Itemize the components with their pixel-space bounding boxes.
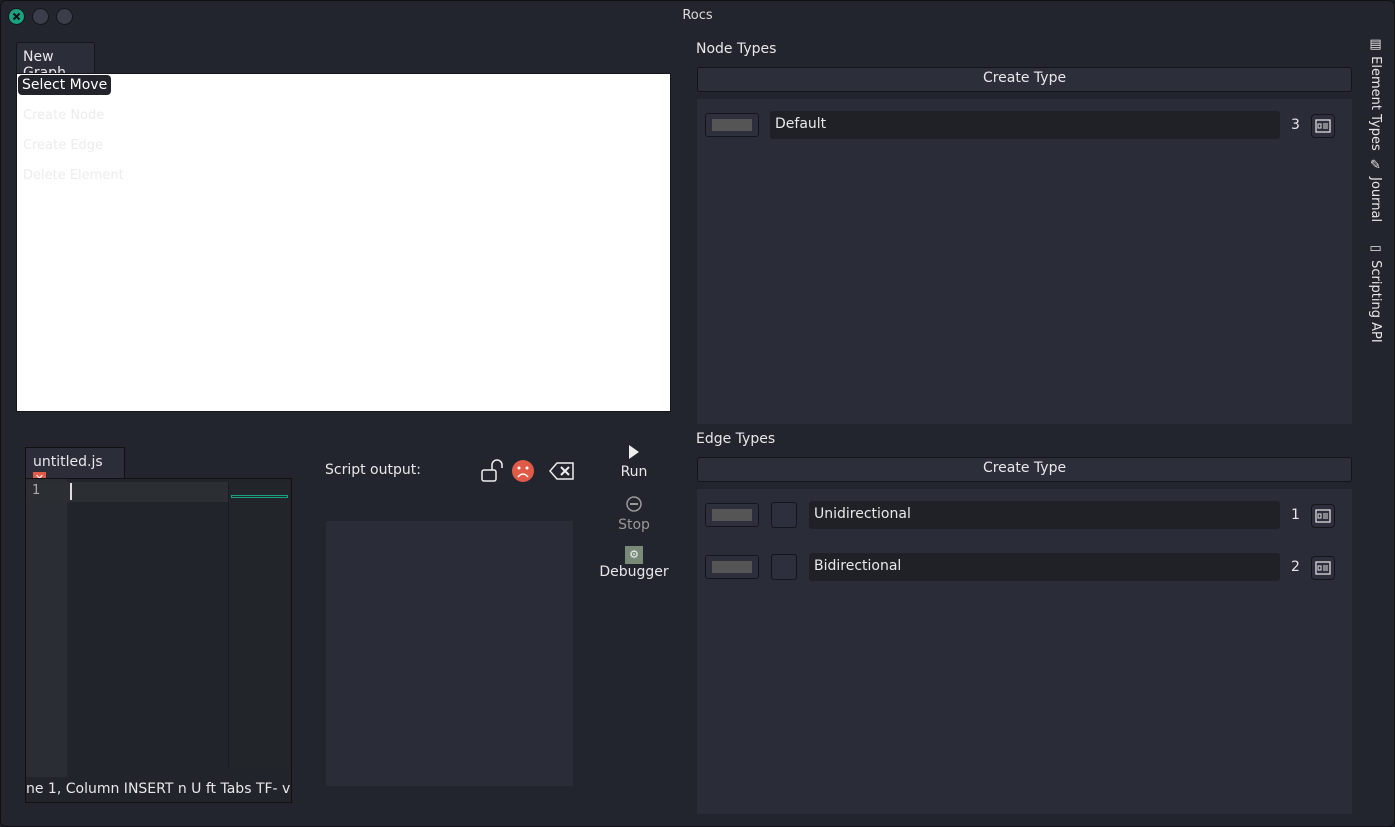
side-tab-label: Journal: [1368, 177, 1383, 223]
edge-type-properties-button[interactable]: [1311, 504, 1335, 528]
side-tab-label: Scripting API: [1368, 260, 1383, 343]
mode-select-move[interactable]: Select Move: [18, 75, 112, 95]
edge-type-count: 2: [1291, 559, 1300, 575]
debugger-label: Debugger: [599, 564, 669, 580]
line-gutter: [26, 479, 67, 777]
text-cursor: [70, 483, 72, 500]
window-title: Rocs: [682, 8, 713, 23]
minimap-viewport[interactable]: [231, 495, 288, 498]
mode-create-node[interactable]: Create Node: [23, 108, 104, 123]
edge-type-color-button[interactable]: [705, 503, 759, 527]
unlock-icon[interactable]: [481, 459, 505, 487]
code-editor[interactable]: 1 ne 1, Column INSERT n U ft Tabs TF- va…: [25, 478, 292, 803]
node-type-count: 3: [1291, 117, 1300, 133]
graph-canvas[interactable]: Select Move Create Node Create Edge Dele…: [16, 73, 671, 412]
side-tab-element-types[interactable]: ▤ Element Types: [1368, 37, 1383, 151]
edge-type-count: 1: [1291, 507, 1300, 523]
minimize-window-button[interactable]: [32, 8, 49, 25]
node-type-name-field[interactable]: Default: [770, 111, 1280, 139]
run-label: Run: [620, 464, 648, 480]
editor-tab-label: untitled.js: [33, 454, 103, 470]
journal-icon: ✎: [1368, 158, 1383, 178]
run-button[interactable]: Run: [599, 444, 669, 480]
mode-delete-element[interactable]: Delete Element: [23, 168, 124, 183]
line-number: 1: [32, 483, 41, 498]
current-line: [26, 482, 228, 502]
node-type-color-button[interactable]: [705, 113, 759, 137]
tab-new-graph[interactable]: New Graph: [16, 42, 95, 81]
maximize-window-button[interactable]: [56, 8, 73, 25]
create-edge-type-button[interactable]: Create Type: [697, 457, 1352, 482]
mode-create-edge[interactable]: Create Edge: [23, 138, 103, 153]
tab-untitled-js[interactable]: untitled.js ✕: [25, 447, 125, 485]
side-tab-scripting-api[interactable]: ▭ Scripting API: [1368, 241, 1383, 343]
minimap[interactable]: [228, 482, 290, 767]
side-tab-journal[interactable]: ✎ Journal: [1368, 158, 1383, 222]
clear-output-icon[interactable]: [549, 460, 575, 486]
node-type-properties-button[interactable]: [1311, 114, 1335, 138]
node-types-title: Node Types: [696, 41, 777, 57]
main-window: Rocs New Graph Select Move Create Node C…: [0, 0, 1395, 827]
edge-type-name-field[interactable]: Bidirectional: [809, 553, 1280, 581]
create-node-type-button[interactable]: Create Type: [697, 67, 1352, 92]
script-output-label: Script output:: [325, 462, 421, 478]
stop-button[interactable]: Stop: [599, 495, 669, 533]
edge-types-title: Edge Types: [696, 431, 776, 447]
side-tab-label: Element Types: [1368, 56, 1383, 151]
edge-direction-button[interactable]: [771, 502, 797, 528]
script-output-area: [326, 521, 573, 786]
editor-status-bar: ne 1, Column INSERT n U ft Tabs TF- vaSc…: [26, 781, 291, 797]
element-types-icon: ▤: [1368, 37, 1383, 57]
edge-type-color-button[interactable]: [705, 555, 759, 579]
stop-label: Stop: [618, 517, 650, 533]
edge-type-name-field[interactable]: Unidirectional: [809, 501, 1280, 529]
error-sad-face-icon: [511, 459, 535, 487]
close-window-button[interactable]: [8, 8, 25, 25]
debugger-gears-icon: ⚙: [625, 546, 643, 564]
edge-types-list: Unidirectional 1 Bidirectional 2: [697, 489, 1352, 814]
debugger-button[interactable]: ⚙ Debugger: [599, 546, 669, 580]
edge-direction-button[interactable]: [771, 554, 797, 580]
node-types-list: Default 3: [697, 99, 1352, 424]
edge-type-properties-button[interactable]: [1311, 556, 1335, 580]
book-icon: ▭: [1368, 241, 1383, 261]
